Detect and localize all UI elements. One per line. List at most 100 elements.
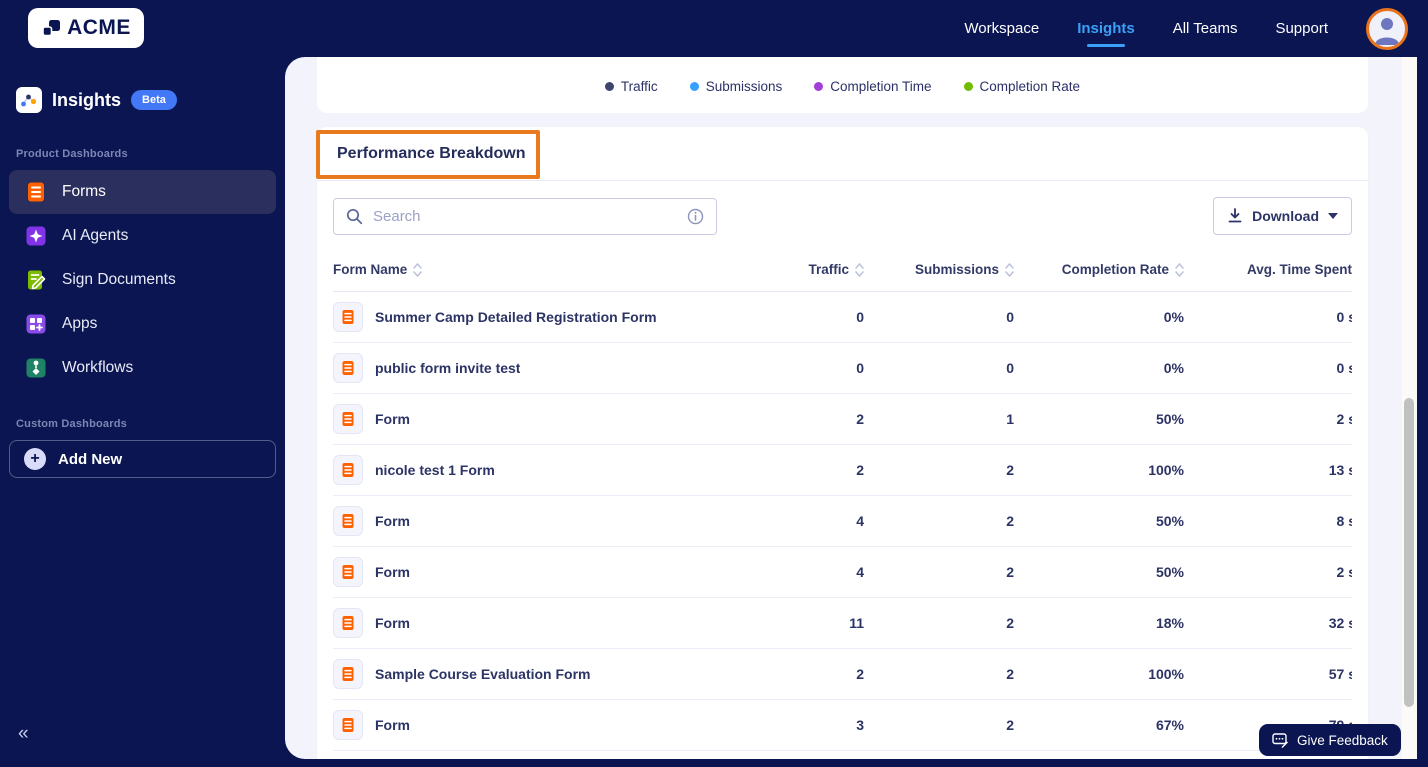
completion-rate-value: 50% <box>1014 411 1184 427</box>
top-nav: ACME Workspace Insights All Teams Suppor… <box>0 0 1428 57</box>
completion-rate-value: 0% <box>1014 309 1184 325</box>
table-row[interactable]: nicole test 1 Form 2 2 100% 13 s <box>333 445 1352 496</box>
legend-item[interactable]: Completion Time <box>814 79 931 94</box>
sidebar-item[interactable]: Workflows <box>9 346 276 390</box>
column-header-traffic[interactable]: Traffic <box>753 262 864 277</box>
completion-rate-value: 50% <box>1014 564 1184 580</box>
avg-time-value: 0 s <box>1184 360 1352 376</box>
search-input[interactable] <box>373 208 677 225</box>
ai-agents-icon <box>25 225 47 247</box>
avg-time-value: 32 s <box>1184 615 1352 631</box>
table-row[interactable]: Form 11 2 18% 32 s <box>333 598 1352 649</box>
form-name: Form <box>375 411 410 427</box>
topnav-link[interactable]: All Teams <box>1173 2 1238 55</box>
sidebar-item[interactable]: Forms <box>9 170 276 214</box>
submissions-value: 0 <box>864 360 1014 376</box>
avg-time-value: 8 s <box>1184 513 1352 529</box>
form-name: Form <box>375 717 410 733</box>
form-icon <box>333 302 363 332</box>
sort-icon[interactable] <box>413 263 422 277</box>
form-icon <box>333 557 363 587</box>
traffic-value: 2 <box>753 666 864 682</box>
avg-time-value: 57 s <box>1184 666 1352 682</box>
acme-logo[interactable]: ACME <box>28 8 144 48</box>
sidebar-item[interactable]: AI Agents <box>9 214 276 258</box>
give-feedback-button[interactable]: Give Feedback <box>1259 724 1401 756</box>
table-row[interactable]: Summer Camp Detailed Registration Form 0… <box>333 292 1352 343</box>
beta-badge: Beta <box>131 90 177 110</box>
info-icon[interactable] <box>687 208 704 225</box>
table-row[interactable]: public form invite test 0 0 0% 0 s <box>333 343 1352 394</box>
form-name: Form <box>375 564 410 580</box>
submissions-value: 2 <box>864 462 1014 478</box>
legend-item[interactable]: Completion Rate <box>964 79 1081 94</box>
sidebar-header: Insights Beta <box>0 57 285 113</box>
add-new-button[interactable]: + Add New <box>9 440 276 478</box>
feedback-chat-icon <box>1272 732 1289 749</box>
form-name: nicole test 1 Form <box>375 462 495 478</box>
submissions-value: 2 <box>864 615 1014 631</box>
table-header-row: Form Name Traffic Su <box>333 248 1352 292</box>
sort-icon[interactable] <box>1005 263 1014 277</box>
sidebar: Insights Beta Product Dashboards Forms A… <box>0 57 285 767</box>
form-icon <box>333 608 363 638</box>
completion-rate-value: 100% <box>1014 462 1184 478</box>
form-name: Form <box>375 615 410 631</box>
performance-breakdown-panel: Performance Breakdown <box>317 127 1368 759</box>
table-row[interactable]: Form 3 2 67% 79 s <box>333 700 1352 751</box>
completion-rate-value: 50% <box>1014 513 1184 529</box>
legend-dot <box>964 82 973 91</box>
acme-logo-icon <box>41 17 63 39</box>
table-row[interactable]: Sample Course Evaluation Form 2 2 100% 5… <box>333 649 1352 700</box>
workflows-icon <box>25 357 47 379</box>
apps-icon <box>25 313 47 335</box>
form-icon <box>333 659 363 689</box>
form-name: public form invite test <box>375 360 520 376</box>
user-avatar[interactable] <box>1366 8 1408 50</box>
table-row[interactable]: Form 4 2 50% 8 s <box>333 496 1352 547</box>
chart-legend: Traffic Submissions Completion Time Comp… <box>605 79 1080 113</box>
form-name: Summer Camp Detailed Registration Form <box>375 309 657 325</box>
table-row[interactable]: Form 2 1 50% 2 s <box>333 394 1352 445</box>
column-header-completion-rate[interactable]: Completion Rate <box>1014 262 1184 277</box>
submissions-value: 2 <box>864 564 1014 580</box>
sidebar-item[interactable]: Apps <box>9 302 276 346</box>
table-row[interactable]: Form 4 2 50% 2 s <box>333 547 1352 598</box>
submissions-value: 0 <box>864 309 1014 325</box>
collapse-sidebar-icon[interactable]: « <box>18 723 27 745</box>
performance-table: Form Name Traffic Su <box>333 248 1352 751</box>
completion-rate-value: 100% <box>1014 666 1184 682</box>
avg-time-value: 2 s <box>1184 411 1352 427</box>
sidebar-item[interactable]: Sign Documents <box>9 258 276 302</box>
form-icon <box>333 353 363 383</box>
legend-dot <box>605 82 614 91</box>
search-input-container <box>333 198 717 235</box>
form-icon <box>333 710 363 740</box>
completion-rate-value: 0% <box>1014 360 1184 376</box>
completion-rate-value: 18% <box>1014 615 1184 631</box>
form-name: Form <box>375 513 410 529</box>
topnav-link[interactable]: Workspace <box>964 2 1039 55</box>
avg-time-value: 0 s <box>1184 309 1352 325</box>
vertical-scrollbar[interactable] <box>1402 57 1417 759</box>
topnav-link[interactable]: Support <box>1275 2 1328 55</box>
completion-rate-value: 67% <box>1014 717 1184 733</box>
form-icon <box>333 455 363 485</box>
topnav-link[interactable]: Insights <box>1077 2 1135 55</box>
form-name: Sample Course Evaluation Form <box>375 666 591 682</box>
download-button[interactable]: Download <box>1213 197 1352 235</box>
column-header-submissions[interactable]: Submissions <box>864 262 1014 277</box>
download-icon <box>1227 208 1243 224</box>
column-header-form-name[interactable]: Form Name <box>333 262 753 277</box>
insights-app-icon <box>16 87 42 113</box>
scrollbar-thumb[interactable] <box>1404 398 1414 707</box>
traffic-value: 4 <box>753 564 864 580</box>
column-header-avg-time-spent[interactable]: Avg. Time Spent <box>1184 262 1352 277</box>
form-icon <box>333 506 363 536</box>
traffic-value: 2 <box>753 411 864 427</box>
legend-item[interactable]: Traffic <box>605 79 658 94</box>
avg-time-value: 13 s <box>1184 462 1352 478</box>
sort-icon[interactable] <box>855 263 864 277</box>
legend-item[interactable]: Submissions <box>690 79 783 94</box>
sort-icon[interactable] <box>1175 263 1184 277</box>
